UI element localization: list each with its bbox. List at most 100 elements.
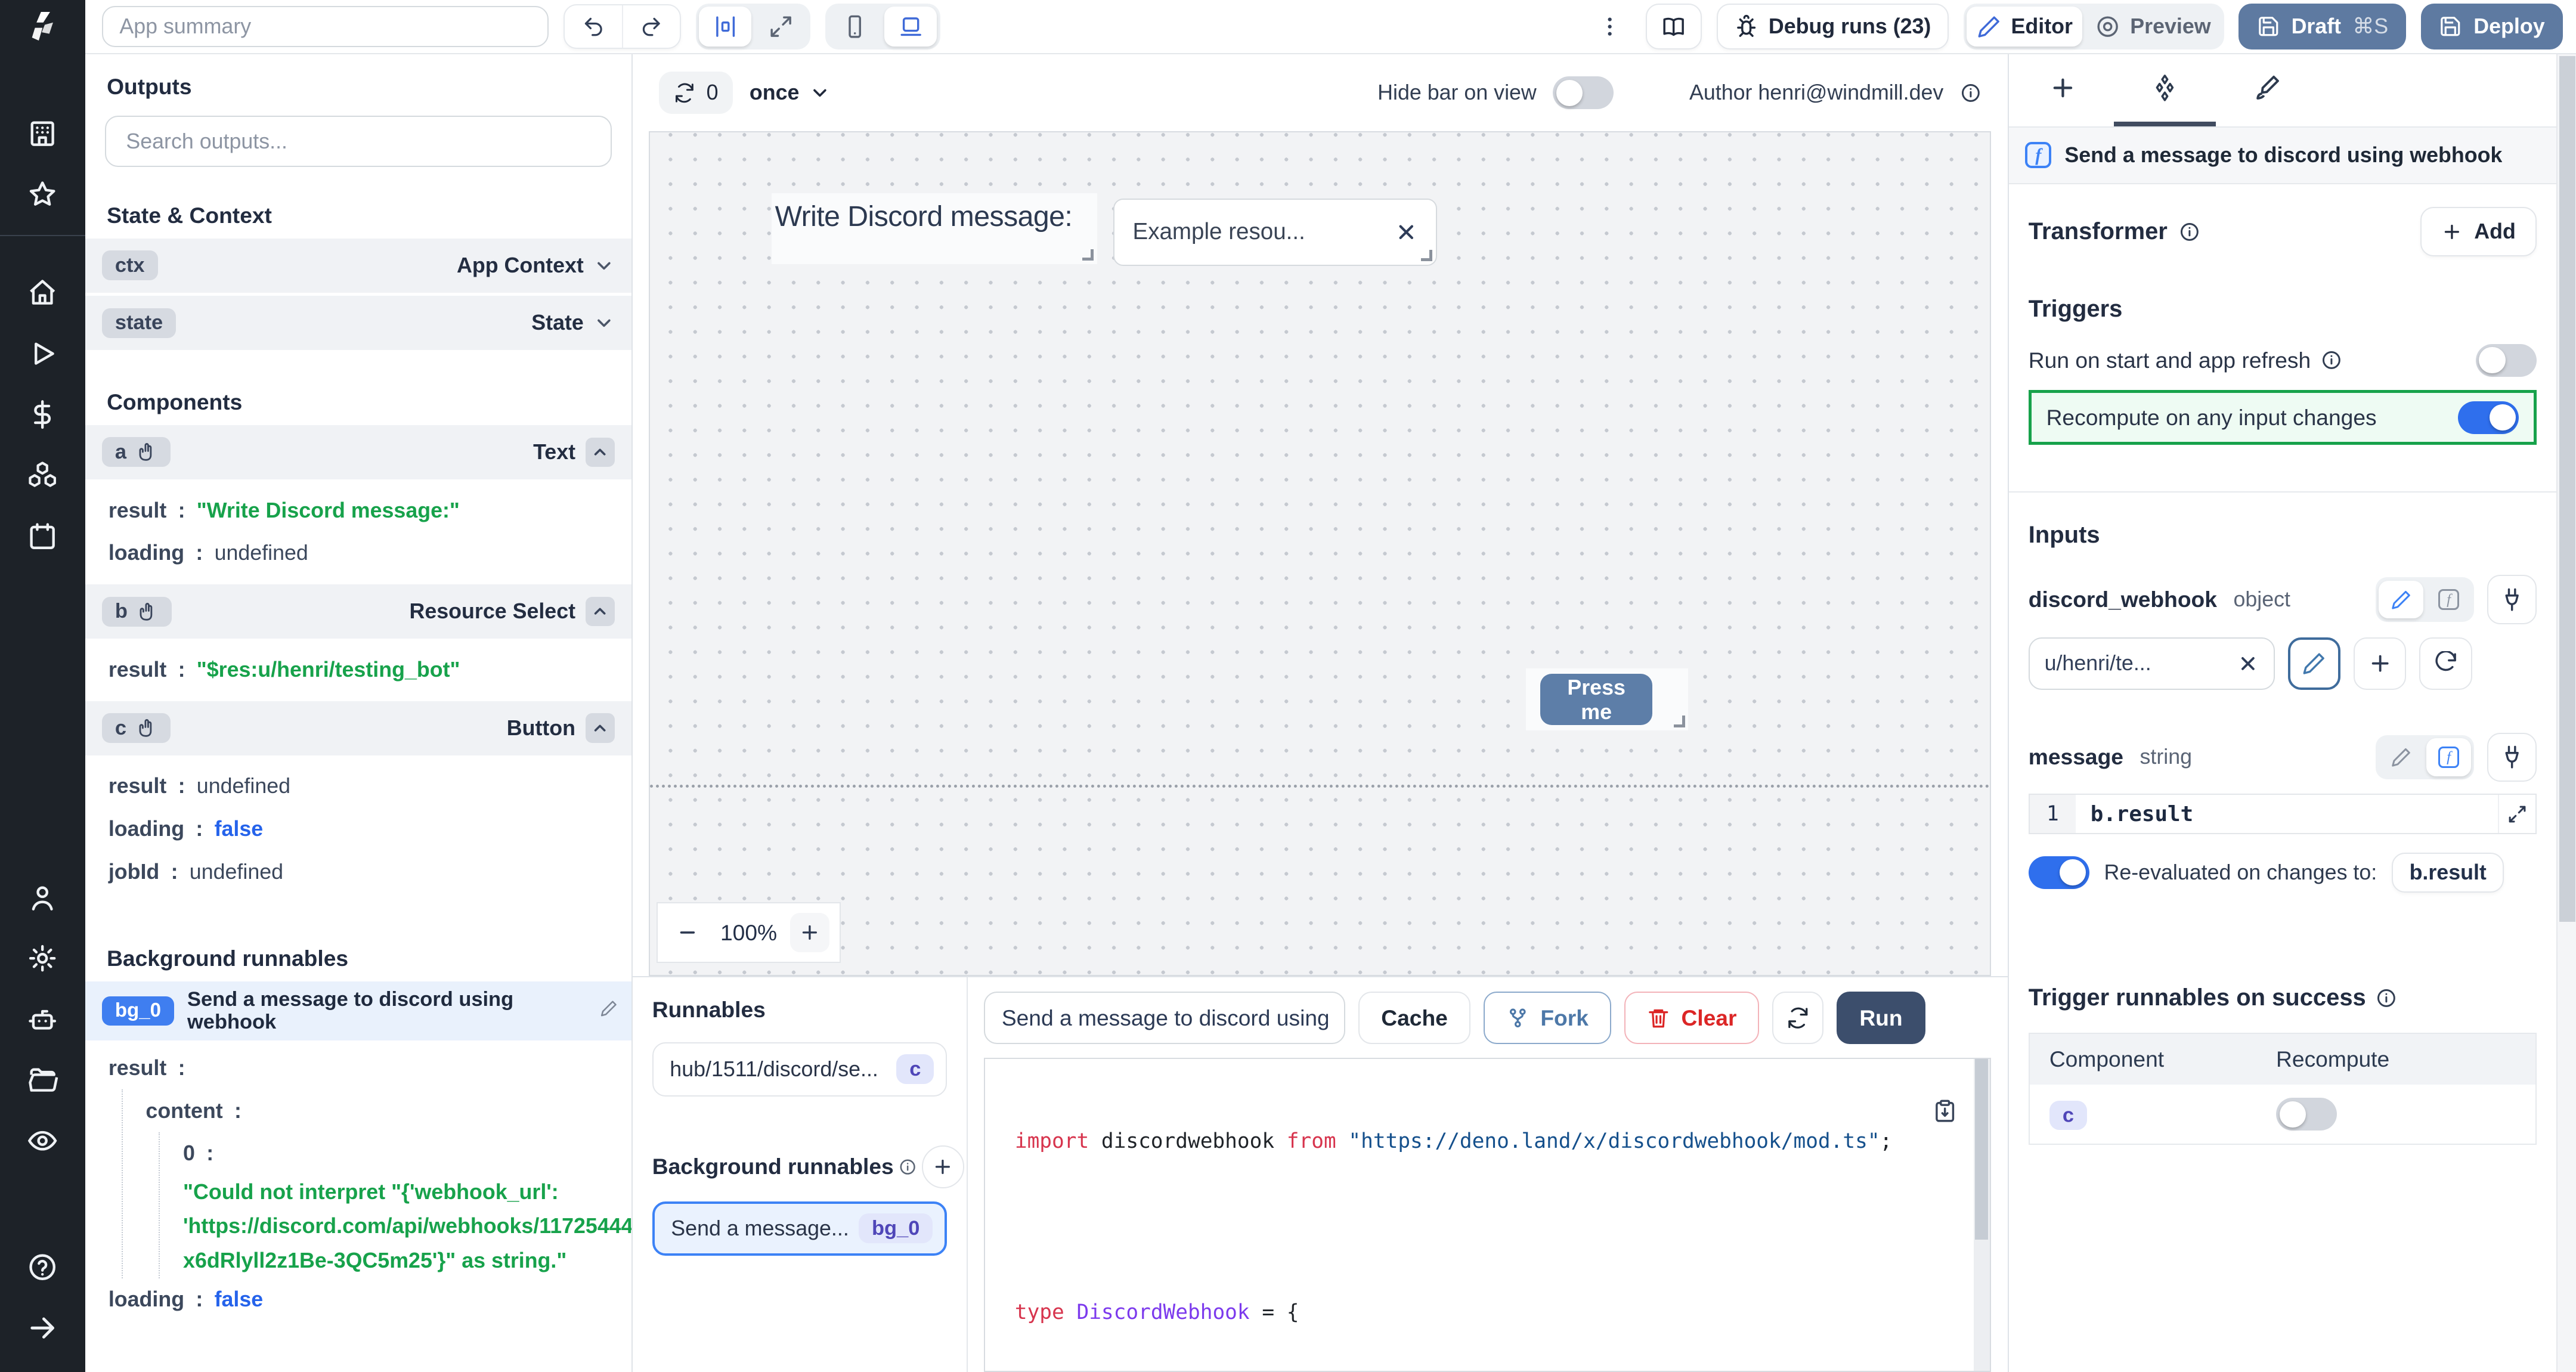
settings-gear-icon[interactable] bbox=[13, 928, 72, 989]
scrollbar-thumb[interactable] bbox=[2559, 56, 2576, 922]
favorites-star-icon[interactable] bbox=[13, 164, 72, 225]
draft-button[interactable]: Draft ⌘S bbox=[2238, 4, 2406, 49]
connect-plug-icon[interactable] bbox=[2487, 733, 2537, 782]
run-button[interactable]: Run bbox=[1837, 992, 1925, 1044]
collapse-chevron-up-icon[interactable] bbox=[586, 713, 615, 743]
ctx-row[interactable]: ctx App Context bbox=[85, 239, 631, 293]
tab-editor[interactable]: Editor bbox=[1967, 7, 2082, 46]
outputs-search[interactable] bbox=[105, 116, 611, 166]
runnable-name-input[interactable] bbox=[984, 992, 1345, 1044]
reload-button[interactable] bbox=[1772, 992, 1823, 1044]
refresh-count-button[interactable]: 0 bbox=[659, 72, 733, 114]
zoom-in-button[interactable] bbox=[790, 913, 829, 952]
info-icon[interactable] bbox=[1960, 82, 1981, 104]
component-b-header[interactable]: b Resource Select bbox=[85, 584, 631, 639]
fork-button[interactable]: Fork bbox=[1484, 992, 1611, 1044]
audit-eye-icon[interactable] bbox=[13, 1110, 72, 1171]
mobile-view-button[interactable] bbox=[829, 7, 881, 46]
frequency-dropdown[interactable]: once bbox=[750, 80, 831, 105]
button-component[interactable]: Press me bbox=[1526, 668, 1689, 731]
page-break-line bbox=[650, 785, 1990, 788]
clear-button[interactable]: Clear bbox=[1624, 992, 1760, 1044]
expression-value[interactable]: b.result bbox=[2076, 795, 2498, 834]
folders-icon[interactable] bbox=[13, 1050, 72, 1111]
add-bg-runnable-button[interactable] bbox=[922, 1145, 965, 1188]
hide-bar-toggle[interactable] bbox=[1553, 76, 1614, 109]
cache-button[interactable]: Cache bbox=[1358, 992, 1470, 1044]
app-summary-input[interactable] bbox=[102, 6, 549, 47]
component-c-header[interactable]: c Button bbox=[85, 701, 631, 755]
variables-dollar-icon[interactable] bbox=[13, 384, 72, 445]
windmill-logo-icon[interactable] bbox=[0, 0, 85, 54]
users-person-icon[interactable] bbox=[13, 868, 72, 928]
runnable-item[interactable]: hub/1511/discord/se... c bbox=[652, 1042, 947, 1097]
debug-runs-button[interactable]: Debug runs (23) bbox=[1717, 4, 1949, 49]
expand-diagonal-icon[interactable] bbox=[2498, 795, 2535, 834]
resource-select-component[interactable]: Example resou... bbox=[1113, 199, 1437, 266]
resources-cubes-icon[interactable] bbox=[13, 445, 72, 506]
resize-handle[interactable] bbox=[1082, 249, 1094, 261]
component-a-header[interactable]: a Text bbox=[85, 425, 631, 479]
eval-mode-fn-icon[interactable]: f bbox=[2426, 581, 2470, 618]
bg0-header[interactable]: bg_0 Send a message to discord using web… bbox=[85, 981, 631, 1040]
docs-book-button[interactable] bbox=[1646, 4, 1702, 49]
recompute-c-toggle[interactable] bbox=[2276, 1098, 2337, 1131]
eval-mode-fn-icon[interactable]: f bbox=[2426, 738, 2470, 776]
help-question-icon[interactable] bbox=[13, 1237, 72, 1298]
outputs-search-input[interactable] bbox=[123, 128, 594, 156]
center-align-button[interactable] bbox=[699, 7, 751, 46]
home-icon[interactable] bbox=[13, 262, 72, 323]
expression-editor[interactable]: 1 b.result bbox=[2029, 794, 2537, 835]
tab-preview[interactable]: Preview bbox=[2086, 7, 2221, 46]
static-mode-pencil-icon[interactable] bbox=[2379, 738, 2423, 776]
connect-plug-icon[interactable] bbox=[2487, 575, 2537, 624]
runs-play-icon[interactable] bbox=[13, 323, 72, 384]
workspace-icon[interactable] bbox=[13, 104, 72, 165]
edit-resource-pencil-button[interactable] bbox=[2288, 637, 2340, 690]
chevron-down-icon[interactable] bbox=[593, 312, 615, 334]
deploy-button[interactable]: Deploy bbox=[2421, 4, 2563, 49]
text-component[interactable]: Write Discord message: bbox=[772, 193, 1097, 264]
copy-code-icon[interactable] bbox=[1933, 1098, 1957, 1131]
app-canvas[interactable]: Write Discord message: Example resou... … bbox=[649, 131, 1991, 975]
undo-button[interactable] bbox=[565, 5, 622, 48]
collapse-chevron-up-icon[interactable] bbox=[586, 438, 615, 467]
code-scrollbar[interactable] bbox=[1974, 1059, 1990, 1371]
run-on-start-toggle[interactable] bbox=[2476, 344, 2537, 377]
workers-robot-icon[interactable] bbox=[13, 989, 72, 1050]
edit-pencil-icon[interactable] bbox=[600, 999, 618, 1023]
info-icon[interactable] bbox=[2179, 221, 2200, 243]
static-mode-pencil-icon[interactable] bbox=[2379, 581, 2423, 618]
tab-component-settings[interactable] bbox=[2114, 54, 2216, 126]
tab-insert-component[interactable] bbox=[2012, 54, 2114, 126]
clear-x-icon[interactable] bbox=[1395, 221, 1418, 244]
page-scrollbar[interactable] bbox=[2556, 54, 2576, 1372]
fullscreen-button[interactable] bbox=[755, 7, 807, 46]
clear-x-icon[interactable] bbox=[2237, 653, 2259, 674]
chevron-down-icon[interactable] bbox=[593, 255, 615, 277]
code-editor[interactable]: import discordwebhook from "https://deno… bbox=[984, 1058, 1991, 1372]
reeval-toggle[interactable] bbox=[2029, 856, 2089, 889]
press-me-button[interactable]: Press me bbox=[1540, 674, 1652, 724]
resource-picker[interactable]: u/henri/te... bbox=[2029, 637, 2275, 690]
resize-handle[interactable] bbox=[1421, 250, 1432, 261]
add-transformer-button[interactable]: Add bbox=[2420, 207, 2537, 256]
bg-runnable-item-selected[interactable]: Send a message... bg_0 bbox=[652, 1201, 947, 1256]
info-icon[interactable] bbox=[899, 1158, 917, 1176]
info-icon[interactable] bbox=[2321, 349, 2342, 371]
info-icon[interactable] bbox=[2376, 987, 2397, 1009]
tab-styling[interactable] bbox=[2216, 54, 2318, 126]
desktop-view-button[interactable] bbox=[884, 7, 937, 46]
resize-handle[interactable] bbox=[1674, 716, 1685, 727]
collapse-chevron-up-icon[interactable] bbox=[586, 597, 615, 627]
add-resource-button[interactable] bbox=[2354, 637, 2406, 690]
state-row[interactable]: state State bbox=[85, 296, 631, 350]
reeval-target-pill[interactable]: b.result bbox=[2392, 853, 2504, 893]
zoom-out-button[interactable] bbox=[668, 913, 707, 952]
redo-button[interactable] bbox=[622, 5, 679, 48]
collapse-arrow-icon[interactable] bbox=[13, 1298, 72, 1359]
more-kebab-icon[interactable] bbox=[1589, 5, 1631, 48]
refresh-resource-button[interactable] bbox=[2419, 637, 2472, 690]
schedules-calendar-icon[interactable] bbox=[13, 506, 72, 566]
recompute-toggle[interactable] bbox=[2458, 401, 2519, 434]
